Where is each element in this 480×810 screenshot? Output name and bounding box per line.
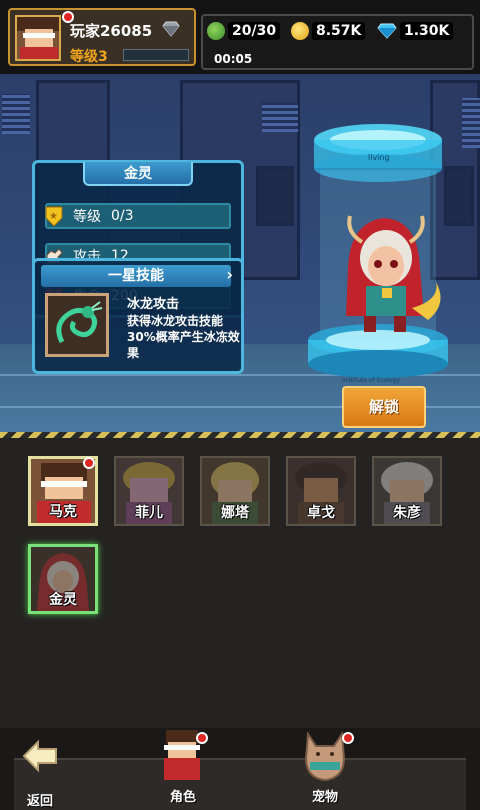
back-arrow-icon — [22, 739, 57, 773]
gold-coin-icon — [291, 22, 309, 40]
nav-pets[interactable]: 宠物 — [292, 728, 358, 810]
stat-row-level: ★ 等级 0/3 — [45, 203, 231, 229]
diamond-counter[interactable]: 1.30K — [377, 21, 454, 41]
ice-dragon-icon — [45, 293, 109, 357]
hero-scene: living Institute of Ecology 金灵 ★ 等级 0/3 … — [0, 74, 480, 438]
player-name: 玩家26085 — [70, 22, 153, 40]
skill-description: 获得冰龙攻击技能30%概率产生冰冻效果 — [127, 314, 240, 360]
skill-title: 一星技能 — [41, 265, 231, 287]
skill-name: 冰龙攻击 — [127, 297, 180, 312]
svg-text:★: ★ — [49, 211, 58, 222]
bottom-nav: 返回 角色 宠物 — [0, 728, 480, 810]
top-header: 玩家26085 等级3 20/30 8.57K 1.30K 00:05 — [0, 0, 480, 74]
stamina-icon — [207, 22, 225, 40]
svg-text:Institute of Ecology: Institute of Ecology — [342, 377, 400, 384]
stamina-counter[interactable]: 20/30 — [207, 21, 281, 41]
player-card[interactable]: 玩家26085 等级3 — [8, 8, 196, 66]
svg-text:living: living — [368, 153, 390, 162]
hero-notification-dot — [83, 457, 95, 469]
hero-sprite — [346, 215, 441, 332]
skill-panel[interactable]: 一星技能 › 冰龙攻击 获得冰龙攻击技能30%概率产生冰冻效果 — [32, 258, 244, 374]
chevron-right-icon[interactable]: › — [226, 265, 233, 284]
pets-notification-dot — [342, 732, 354, 744]
hero-name-title: 金灵 — [83, 162, 193, 186]
resource-panel: 20/30 8.57K 1.30K 00:05 — [201, 14, 474, 70]
back-button[interactable]: 返回 — [10, 728, 70, 810]
hero-slot-mark[interactable]: 马克 — [28, 456, 98, 526]
hero-slot-jinling[interactable]: 金灵 — [28, 544, 98, 614]
player-avatar[interactable] — [15, 15, 61, 61]
player-level: 等级3 — [70, 49, 108, 65]
hero-roster: 马克 菲儿 娜塔 卓戈 朱彦 金灵 — [0, 438, 480, 728]
diamond-icon — [377, 23, 397, 39]
characters-notification-dot — [196, 732, 208, 744]
stamina-timer: 00:05 — [214, 52, 253, 66]
hero-slot-zhuoge[interactable]: 卓戈 — [286, 456, 356, 526]
hero-slot-feier[interactable]: 菲儿 — [114, 456, 184, 526]
vip-diamond-icon — [162, 21, 180, 37]
star-shield-icon: ★ — [43, 205, 65, 227]
hero-slot-zhuyan[interactable]: 朱彦 — [372, 456, 442, 526]
unlock-button[interactable]: 解锁 — [342, 386, 426, 428]
xp-bar — [123, 49, 189, 61]
nav-characters[interactable]: 角色 — [150, 728, 216, 810]
hero-slot-nata[interactable]: 娜塔 — [200, 456, 270, 526]
gold-counter[interactable]: 8.57K — [291, 21, 366, 41]
